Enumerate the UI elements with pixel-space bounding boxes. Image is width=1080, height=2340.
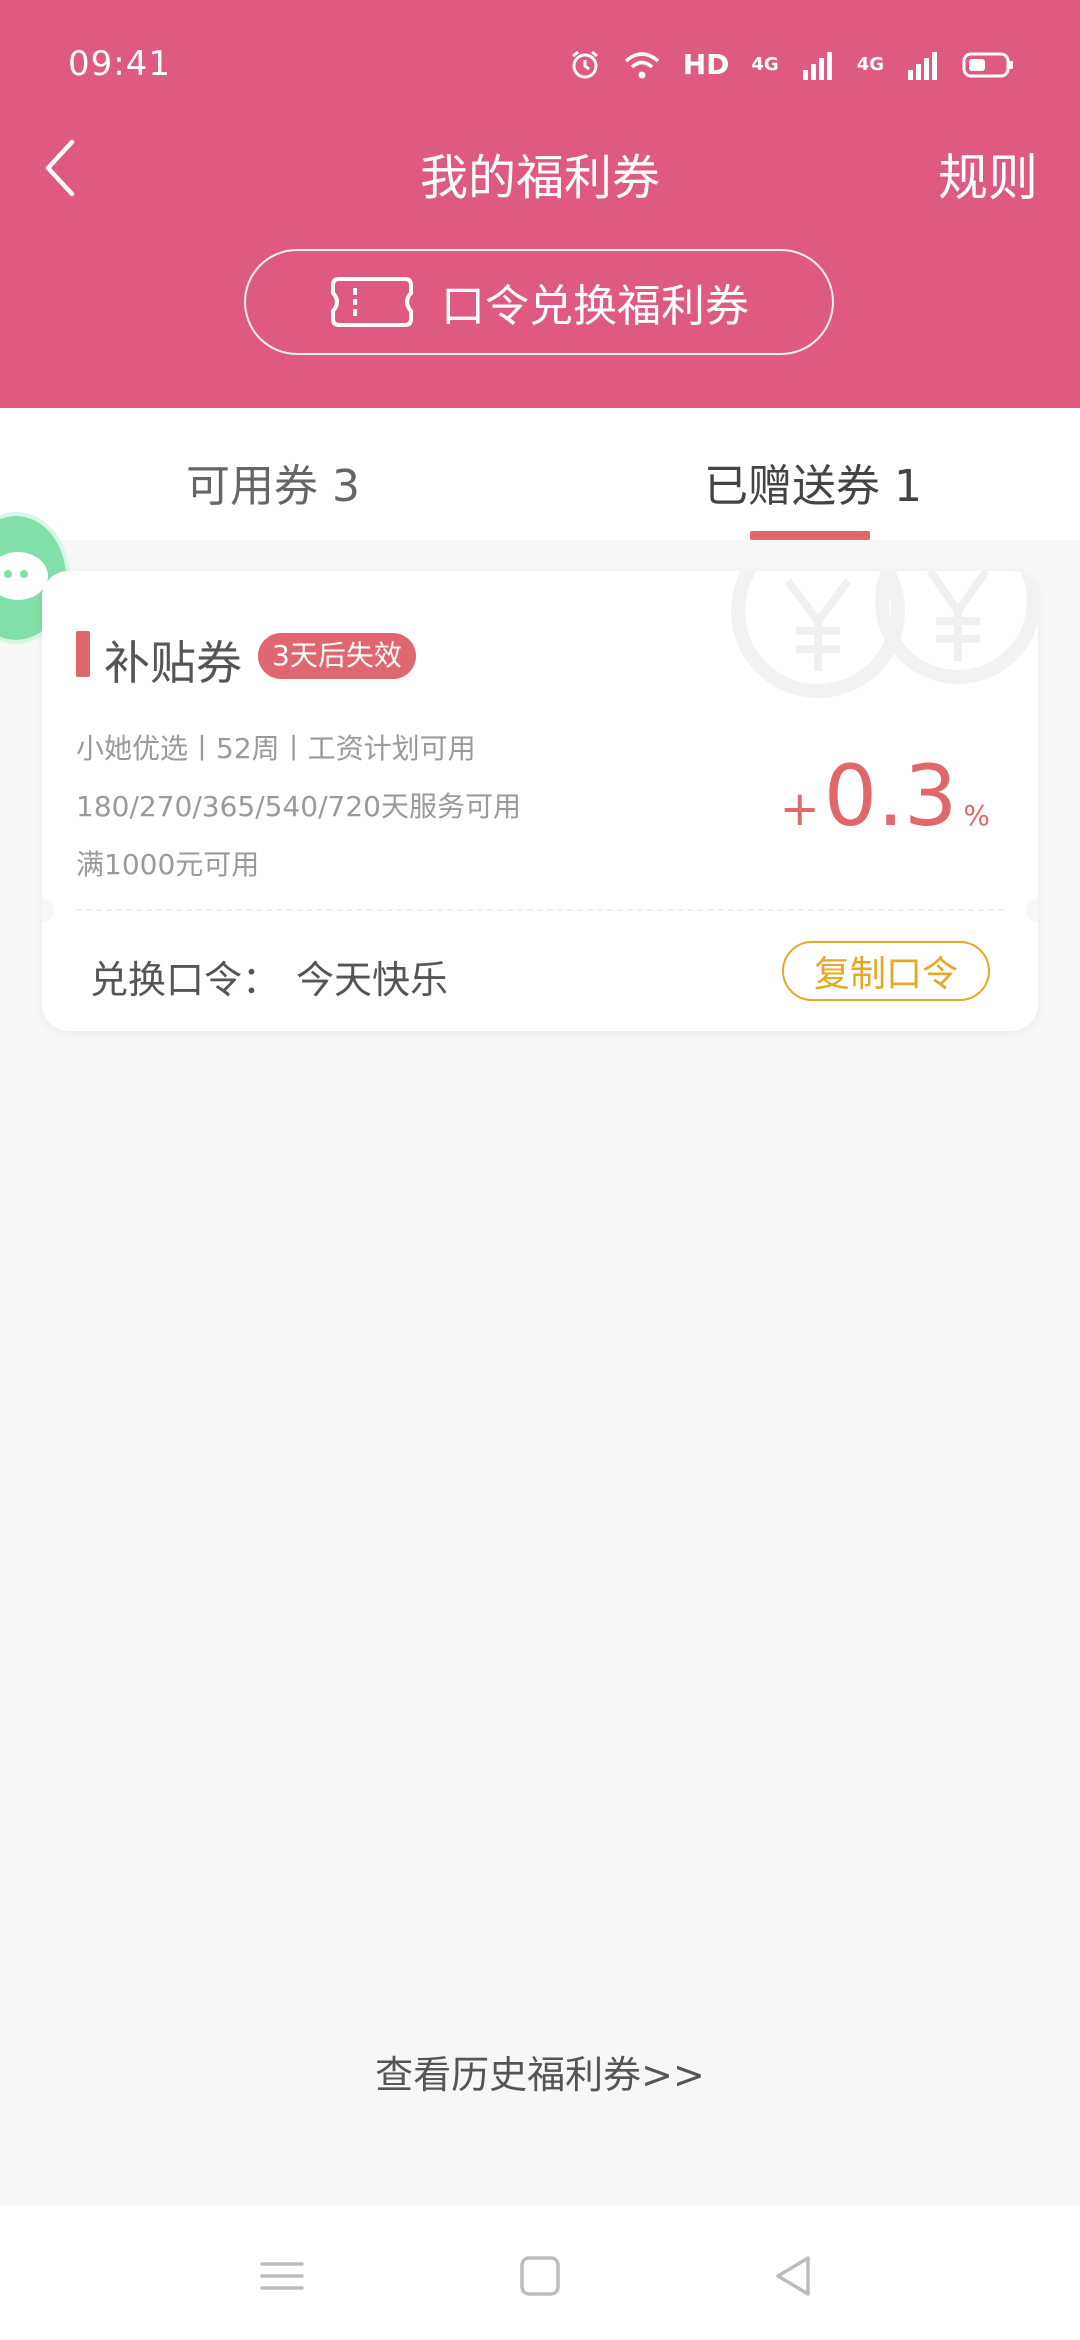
network-type-1: 4G xyxy=(751,54,779,75)
ticket-icon xyxy=(331,277,413,327)
card-notch-left xyxy=(42,899,54,923)
signal-icon xyxy=(802,51,832,80)
tab-available[interactable]: 可用券 3 xyxy=(186,450,360,514)
wifi-icon xyxy=(624,51,659,78)
status-icons: HD 4G 4G xyxy=(569,48,1014,81)
system-nav-bar xyxy=(0,2206,1080,2340)
yuan-watermark-icon xyxy=(731,571,1038,698)
tab-bar: 可用券 3 已赠送券 1 xyxy=(0,408,1080,540)
rules-link[interactable]: 规则 xyxy=(938,138,1038,210)
hd-indicator: HD xyxy=(682,48,730,81)
coupon-card: 补贴券 3天后失效 小她优选丨52周丨工资计划可用 180/270/365/54… xyxy=(42,571,1038,1031)
alarm-icon xyxy=(571,50,598,78)
redeem-code-label-text: 兑换口令： xyxy=(90,958,281,1002)
coupon-condition: 满1000元可用 xyxy=(76,848,260,881)
redeem-code-button[interactable]: 口令兑换福利券 xyxy=(244,249,834,355)
coupon-rate: + 0.3 % xyxy=(780,747,990,845)
coupon-condition: 小她优选丨52周丨工资计划可用 xyxy=(76,732,476,765)
rate-unit: % xyxy=(963,799,990,832)
page-title: 我的福利券 xyxy=(419,150,660,206)
copy-code-button[interactable]: 复制口令 xyxy=(782,941,990,1001)
home-icon[interactable] xyxy=(510,2250,570,2302)
rate-number: 0.3 xyxy=(823,747,958,845)
card-notch-right xyxy=(1026,899,1038,923)
back-triangle-icon[interactable] xyxy=(764,2250,824,2302)
card-divider xyxy=(76,909,1004,911)
redeem-code-label: 口令兑换福利券 xyxy=(441,281,749,332)
active-tab-indicator xyxy=(750,531,870,540)
rate-sign: + xyxy=(779,781,820,837)
status-bar: 09:41 HD 4G 4G xyxy=(0,0,1080,130)
battery-icon xyxy=(962,52,1013,77)
coupon-type-marker xyxy=(76,631,90,677)
coupon-condition: 180/270/365/540/720天服务可用 xyxy=(76,790,521,823)
network-type-2: 4G xyxy=(856,54,884,75)
tab-gifted[interactable]: 已赠送券 1 xyxy=(704,450,922,514)
page-header: 09:41 HD 4G 4G 我的福利券 规则 口令兑换福利券 xyxy=(0,0,1080,408)
redeem-code-value: 今天快乐 xyxy=(296,958,449,1002)
menu-icon[interactable] xyxy=(252,2250,312,2302)
status-time: 09:41 xyxy=(68,44,171,84)
history-coupons-link[interactable]: 查看历史福利券>> xyxy=(0,2044,1080,2099)
signal-icon-2 xyxy=(908,51,937,80)
coupon-type: 补贴券 xyxy=(104,636,242,690)
expiry-badge: 3天后失效 xyxy=(258,633,416,679)
